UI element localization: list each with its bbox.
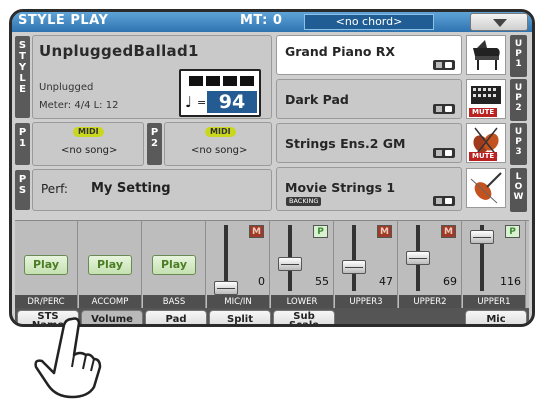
strings-icon[interactable]: MUTE (466, 123, 506, 163)
tempo-display[interactable]: ♩ = 94 (179, 69, 261, 117)
tab-sub[interactable]: Sub Scale (273, 310, 335, 327)
tempo-equals: = (197, 96, 207, 109)
player1-side-tab[interactable]: P1 (15, 123, 30, 165)
keyboard-indicator-icon (433, 196, 455, 206)
style-panel[interactable]: UnpluggedBallad1 Unplugged Meter: 4/4 L:… (32, 35, 272, 119)
sound-upper1[interactable]: Grand Piano RX (276, 35, 462, 75)
mt-indicator: MT: 0 (240, 13, 283, 28)
tab-pad[interactable]: Pad (145, 310, 207, 325)
tab-mic[interactable]: Mic (465, 310, 527, 325)
channel-label: BASS (143, 295, 205, 309)
tab-split[interactable]: Split (209, 310, 271, 325)
play-toggle[interactable]: P (313, 225, 328, 238)
sound-name: Movie Strings 1 (285, 180, 396, 195)
backing-badge: BACKING (286, 197, 322, 206)
channel-label: DR/PERC (15, 295, 77, 309)
mixer-channel-lower[interactable]: 55 P LOWER (271, 221, 334, 309)
mixer-area: Play DR/PERC Play ACCOMP Play BASS 0 M MIC/IN 55 P… (15, 220, 529, 309)
level-value: 0 (258, 275, 265, 288)
style-play-screen: STYLE PLAY MT: 0 <no chord> STYLE Unplug… (9, 9, 535, 327)
mute-toggle[interactable]: M (249, 225, 264, 238)
grand-piano-icon[interactable] (466, 35, 506, 75)
mixer-channel-accomp[interactable]: Play ACCOMP (79, 221, 142, 309)
tempo-value: 94 (207, 91, 257, 113)
mixer-channel-upper1[interactable]: 116 P UPPER1 (463, 221, 526, 309)
sound-name: Grand Piano RX (285, 44, 396, 59)
keyboard-indicator-icon (433, 148, 455, 158)
p1-song: <no song> (61, 145, 118, 156)
fader-knob[interactable] (470, 230, 494, 244)
style-meter: Meter: 4/4 L: 12 (39, 100, 119, 111)
quarter-note-icon: ♩ (185, 93, 193, 111)
sound-name: Strings Ens.2 GM (285, 136, 406, 151)
level-value: 116 (500, 275, 521, 288)
p2-midi-badge: MIDI (205, 127, 236, 137)
upper3-side-tab[interactable]: UP3 (510, 123, 527, 165)
upper2-side-tab[interactable]: UP2 (510, 79, 527, 121)
level-value: 55 (315, 275, 329, 288)
play-toggle[interactable]: P (505, 225, 520, 238)
mute-badge: MUTE (469, 108, 498, 117)
fader-knob[interactable] (342, 260, 366, 274)
mixer-channel-dr-perc[interactable]: Play DR/PERC (15, 221, 78, 309)
tab-label: Split (227, 314, 253, 325)
chord-display: <no chord> (304, 14, 434, 30)
channel-label: LOWER (271, 295, 333, 309)
fader-knob[interactable] (214, 281, 238, 295)
page-menu-button[interactable] (470, 13, 528, 31)
player1-panel[interactable]: MIDI <no song> (32, 122, 144, 166)
channel-label: MIC/IN (207, 295, 269, 309)
performance-side-tab[interactable]: PS (15, 170, 30, 210)
lower-side-tab[interactable]: LOW (510, 168, 527, 212)
tab-label-line2: Scale (288, 320, 320, 327)
player2-panel[interactable]: MIDI <no song> (164, 122, 272, 166)
performance-name: My Setting (91, 181, 171, 196)
mixer-channel-bass[interactable]: Play BASS (143, 221, 206, 309)
mute-toggle[interactable]: M (377, 225, 392, 238)
channel-label: ACCOMP (79, 295, 141, 309)
mixer-channel-mic-in[interactable]: 0 M MIC/IN (207, 221, 270, 309)
mixer-channel-upper2[interactable]: 69 M UPPER2 (399, 221, 462, 309)
play-button[interactable]: Play (24, 255, 68, 275)
sound-upper3[interactable]: Strings Ens.2 GM (276, 123, 462, 163)
channel-label: UPPER1 (463, 295, 525, 309)
page-title: STYLE PLAY (18, 13, 109, 28)
channel-label: UPPER2 (399, 295, 461, 309)
play-button[interactable]: Play (88, 255, 132, 275)
style-side-tab[interactable]: STYLE (15, 36, 30, 118)
sound-upper2[interactable]: Dark Pad (276, 79, 462, 119)
sound-name: Dark Pad (285, 92, 349, 107)
performance-label: Perf: (41, 182, 68, 196)
channel-label: UPPER3 (335, 295, 397, 309)
keyboard-indicator-icon (433, 104, 455, 114)
upper1-side-tab[interactable]: UP1 (510, 35, 527, 77)
mute-toggle[interactable]: M (441, 225, 456, 238)
fader-knob[interactable] (406, 251, 430, 265)
style-category: Unplugged (39, 82, 94, 93)
tab-label: Pad (165, 314, 187, 325)
keyboard-indicator-icon (433, 60, 455, 70)
violin-icon[interactable] (466, 168, 506, 208)
beat-indicator (189, 76, 255, 86)
pointing-hand-icon (34, 317, 102, 399)
fader-track[interactable] (352, 225, 356, 291)
sound-lower[interactable]: Movie Strings 1 BACKING (276, 167, 462, 211)
player2-side-tab[interactable]: P2 (147, 123, 162, 165)
p1-midi-badge: MIDI (73, 127, 104, 137)
mute-badge: MUTE (469, 152, 498, 161)
performance-panel[interactable]: Perf: My Setting (32, 169, 272, 211)
mixer-channel-upper3[interactable]: 47 M UPPER3 (335, 221, 398, 309)
play-button[interactable]: Play (152, 255, 196, 275)
tab-label: Mic (486, 314, 506, 325)
level-value: 47 (379, 275, 393, 288)
synth-pad-icon[interactable]: MUTE (466, 79, 506, 119)
title-bar: STYLE PLAY MT: 0 <no chord> (12, 12, 532, 32)
fader-knob[interactable] (278, 257, 302, 271)
p2-song: <no song> (191, 145, 248, 156)
style-name: UnpluggedBallad1 (39, 42, 199, 60)
level-value: 69 (443, 275, 457, 288)
